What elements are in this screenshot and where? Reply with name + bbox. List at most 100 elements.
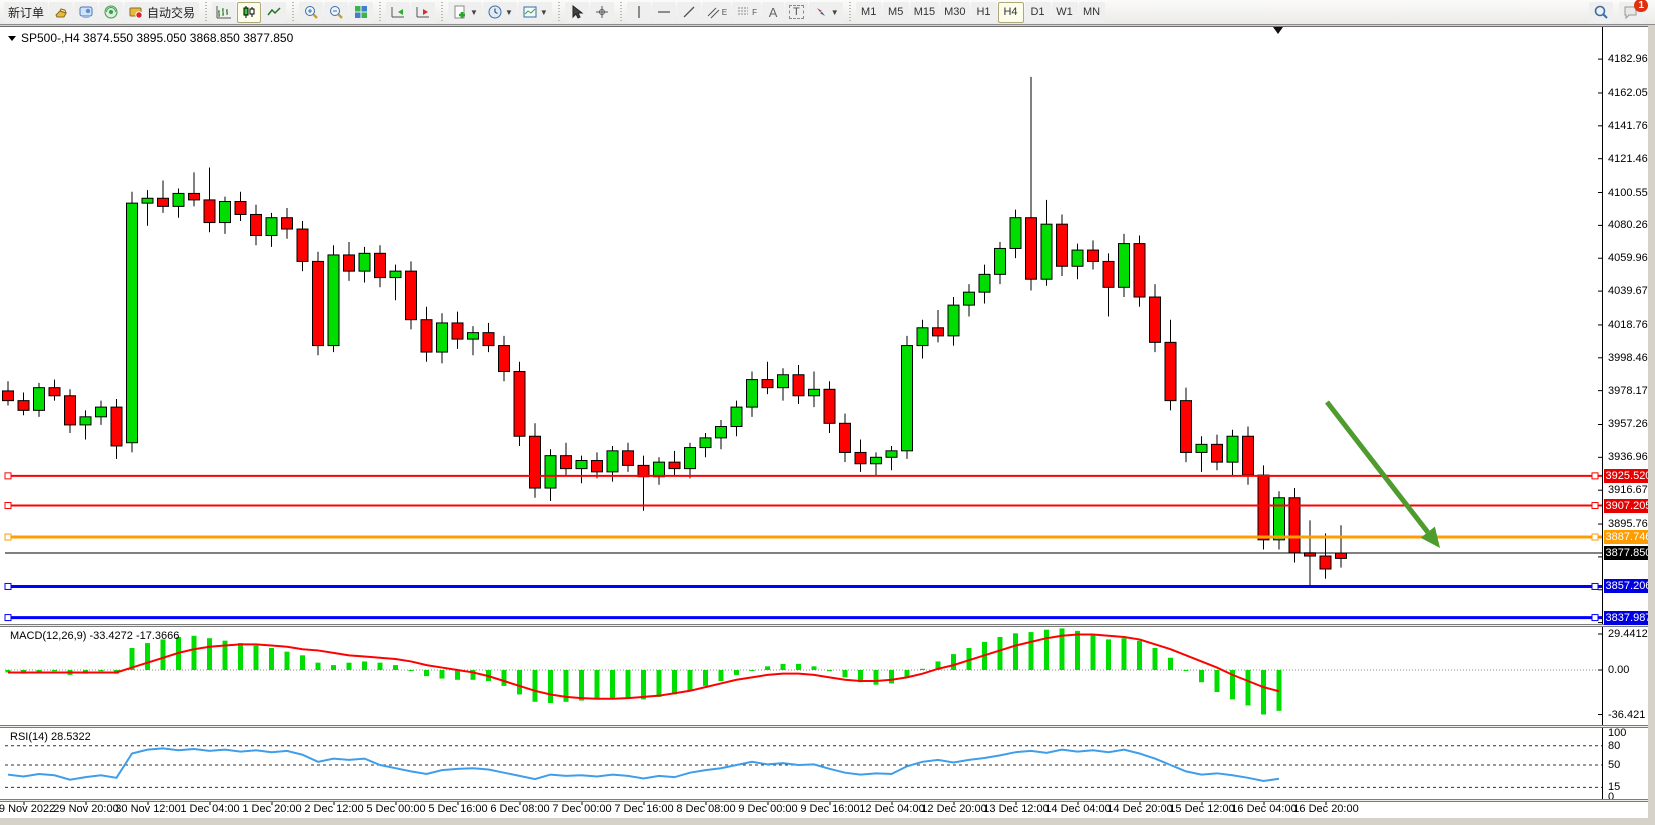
candle-body [282,218,293,229]
macd-histogram-bar [1215,670,1220,692]
macd-label: MACD(12,26,9) -33.4272 -17.3666 [10,630,179,642]
price-tick-label: 4162.055 [1608,87,1654,99]
line-handle [1592,615,1598,621]
macd-histogram-bar [1106,639,1111,670]
candle-body [778,375,789,388]
time-axis-label: 9 Dec 16:00 [800,803,859,815]
candle-body [530,436,541,488]
macd-histogram-bar [145,643,150,670]
chart-canvas[interactable] [0,0,1655,825]
macd-histogram-bar [347,663,352,670]
line-handle [5,615,11,621]
price-tick-label: 4141.760 [1608,120,1654,132]
macd-histogram-bar [703,670,708,686]
macd-histogram-bar [161,639,166,670]
candle-body [1150,297,1161,342]
one-click-trading-icon[interactable] [8,36,16,41]
macd-histogram-bar [440,670,445,679]
macd-histogram-bar [1153,648,1158,670]
price-axis[interactable] [1602,27,1603,801]
candle-body [127,203,138,443]
macd-rsi-separator[interactable] [0,725,1655,728]
main-macd-separator[interactable] [0,624,1655,627]
candle-body [1227,436,1238,462]
macd-histogram-bar [874,670,879,685]
candle-body [1274,498,1285,540]
macd-histogram-bar [502,670,507,686]
line-handle [1592,534,1598,540]
macd-histogram-bar [455,670,460,680]
macd-histogram-bar [362,661,367,670]
time-axis-label: 29 Nov 2022 [0,803,55,815]
price-line-tag[interactable]: 3907.205 [1604,499,1653,513]
candle-body [406,271,417,320]
candle-body [933,328,944,336]
line-handle [5,534,11,540]
macd-histogram-bar [269,648,274,670]
macd-histogram-bar [1013,633,1018,670]
macd-tick-label: -36.421 [1608,709,1645,721]
rsi-timeaxis-separator[interactable] [0,799,1655,802]
line-handle [1592,473,1598,479]
time-axis-label: 7 Dec 16:00 [614,803,673,815]
macd-histogram-bar [1199,670,1204,682]
price-line-tag[interactable]: 3877.850 [1604,546,1653,560]
candle-body [917,328,928,346]
price-tick-label: 4100.555 [1608,187,1654,199]
time-axis-label: 9 Dec 00:00 [738,803,797,815]
price-tick-label: 3957.260 [1608,418,1654,430]
candle-body [65,396,76,425]
candle-body [716,427,727,438]
price-shift-marker[interactable] [1273,27,1283,34]
time-axis-label: 14 Dec 20:00 [1107,803,1172,815]
macd-histogram-bar [781,664,786,670]
macd-histogram-bar [1075,631,1080,670]
macd-histogram-bar [657,670,662,697]
time-axis-label: 8 Dec 08:00 [676,803,735,815]
window-right-edge [1648,26,1655,825]
macd-histogram-bar [238,643,243,670]
time-axis-label: 30 Nov 12:00 [115,803,180,815]
candle-body [437,323,448,352]
macd-histogram-bar [579,670,584,701]
macd-histogram-bar [1029,632,1034,670]
macd-histogram-bar [424,670,429,676]
candle-body [359,253,370,271]
macd-histogram-bar [843,670,848,677]
window-bottom-edge [0,818,1655,825]
time-axis-label: 13 Dec 12:00 [983,803,1048,815]
candle-body [1243,436,1254,475]
price-line-tag[interactable]: 3857.206 [1604,579,1653,593]
candle-body [499,346,510,372]
candle-body [762,380,773,388]
chart-title: SP500-,H4 3874.550 3895.050 3868.850 387… [8,31,293,45]
price-tick-label: 3895.760 [1608,518,1654,530]
candle-body [669,462,680,468]
macd-histogram-bar [688,670,693,691]
rsi-level-label: 80 [1608,740,1620,752]
macd-histogram-bar [378,663,383,670]
macd-histogram-bar [1168,658,1173,670]
candle-body [220,202,231,223]
time-axis-label: 14 Dec 04:00 [1045,803,1110,815]
macd-histogram-bar [1044,630,1049,670]
line-handle [5,583,11,589]
macd-histogram-bar [765,666,770,670]
macd-histogram-bar [1184,670,1189,671]
candle-body [1103,261,1114,287]
price-tick-label: 4121.465 [1608,153,1654,165]
time-axis-label: 7 Dec 00:00 [552,803,611,815]
candle-body [1181,401,1192,453]
candle-body [545,456,556,488]
candle-body [452,323,463,339]
price-line-tag[interactable]: 3837.987 [1604,611,1653,625]
macd-histogram-bar [99,670,104,671]
macd-histogram-bar [827,670,832,671]
macd-histogram-bar [920,669,925,670]
macd-histogram-bar [796,664,801,670]
price-line-tag[interactable]: 3925.520 [1604,469,1653,483]
macd-histogram-bar [719,670,724,681]
candle-body [514,371,525,436]
price-line-tag[interactable]: 3887.746 [1604,530,1653,544]
candle-body [483,333,494,346]
